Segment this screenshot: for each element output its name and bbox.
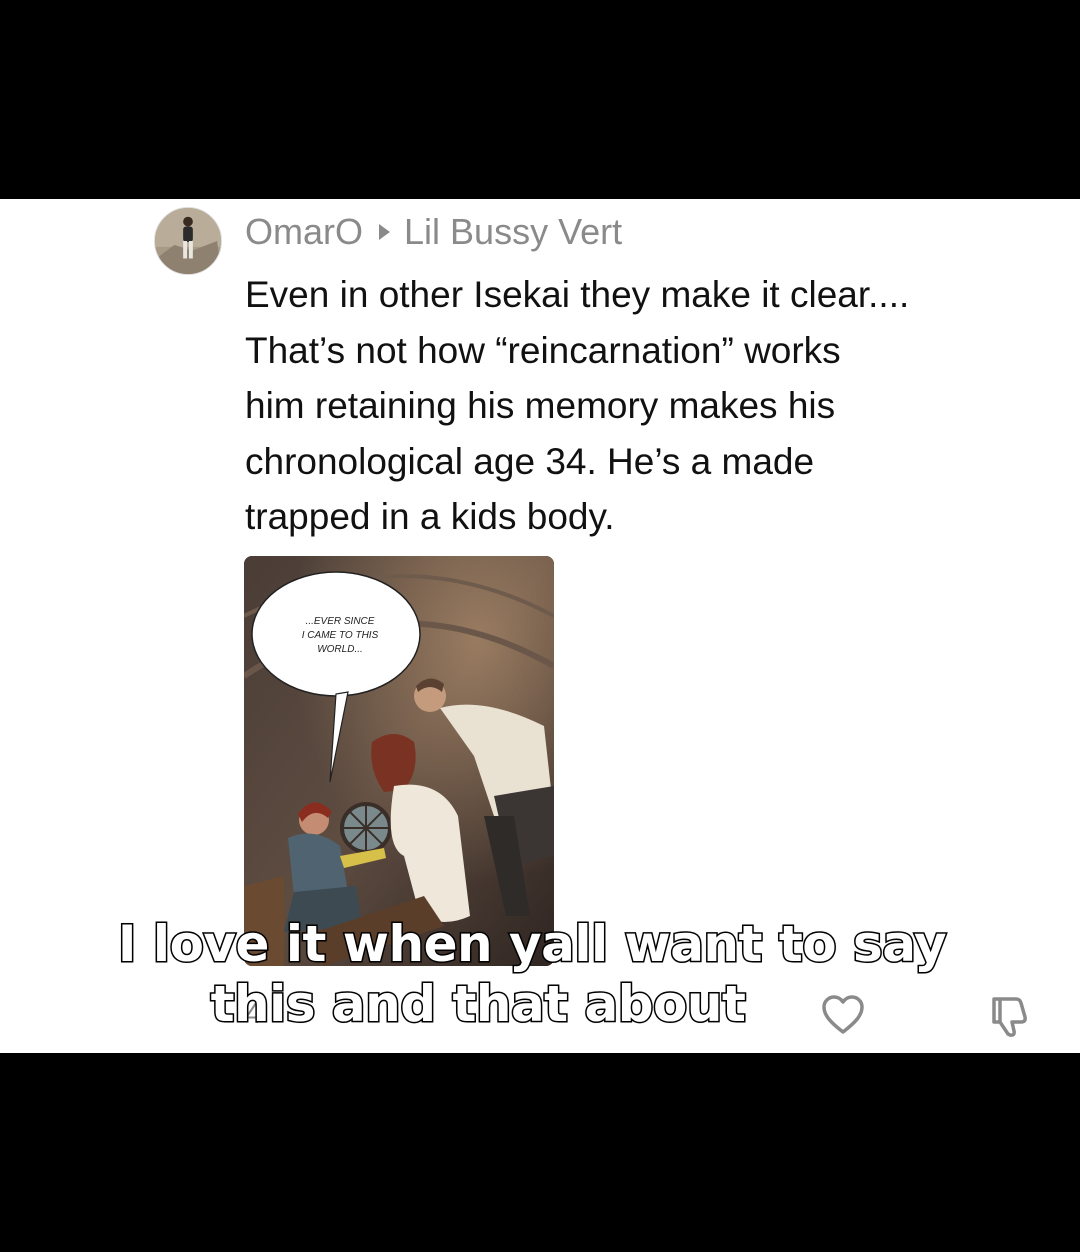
speech-bubble-line: WORLD...	[317, 644, 363, 655]
speech-bubble-line: I CAME TO THIS	[302, 630, 379, 641]
comment-line: trapped in a kids body.	[245, 496, 615, 537]
speech-bubble-line: ...EVER SINCE	[306, 616, 375, 627]
comment-header: OmarO Lil Bussy Vert	[245, 211, 622, 253]
comment-card: OmarO Lil Bussy Vert Even in other Iseka…	[0, 199, 1080, 1053]
comment-image[interactable]: ...EVER SINCE I CAME TO THIS WORLD...	[244, 556, 554, 966]
comment-line: him retaining his memory makes his	[245, 385, 836, 426]
letterbox-top	[0, 0, 1080, 199]
video-caption-line: I love it when yall want to say	[116, 914, 948, 975]
user-avatar[interactable]	[154, 207, 222, 275]
video-caption-line: this and that about	[209, 974, 747, 1035]
triangle-right-icon	[379, 224, 391, 240]
reply-to-name[interactable]: Lil Bussy Vert	[404, 211, 622, 253]
author-name[interactable]: OmarO	[245, 211, 363, 253]
comment-text: Even in other Isekai they make it clear.…	[245, 267, 1045, 545]
letterbox-bottom	[0, 1053, 1080, 1252]
comment-line: chronological age 34. He’s a made	[245, 440, 815, 482]
comment-line: That’s not how “reincarnation” works	[245, 329, 841, 371]
comment-line: Even in other Isekai they make it clear.…	[245, 274, 910, 315]
